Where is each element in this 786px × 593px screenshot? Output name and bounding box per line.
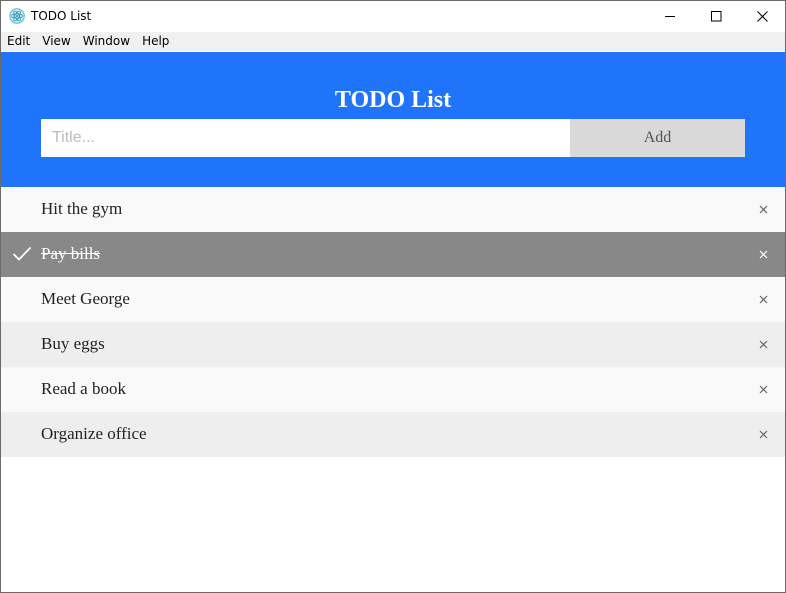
header: TODO List Add: [1, 52, 785, 187]
minimize-icon: [664, 16, 675, 17]
menu-bar: Edit View Window Help: [1, 32, 785, 51]
menu-edit[interactable]: Edit: [1, 32, 36, 51]
todo-label: Pay bills: [41, 244, 101, 263]
todo-item[interactable]: Organize office: [1, 412, 785, 457]
close-button[interactable]: [739, 1, 785, 32]
todo-list: Hit the gym Pay bills Meet George Buy eg…: [1, 187, 785, 457]
close-icon: [756, 11, 768, 22]
remove-icon[interactable]: [758, 384, 769, 395]
checkmark-icon: [12, 246, 32, 261]
todo-label: Hit the gym: [41, 199, 123, 218]
title-bar[interactable]: TODO List: [1, 1, 785, 32]
todo-item-done[interactable]: Pay bills: [1, 232, 785, 277]
todo-label: Meet George: [41, 289, 130, 308]
window-title: TODO List: [31, 9, 92, 23]
remove-icon[interactable]: [758, 429, 769, 440]
minimize-button[interactable]: [647, 1, 693, 32]
remove-icon[interactable]: [758, 294, 769, 305]
todo-label: Organize office: [41, 424, 147, 443]
todo-item[interactable]: Hit the gym: [1, 187, 785, 232]
maximize-icon: [710, 11, 721, 22]
app-window: TODO List Edit View Window Help TODO Lis…: [0, 0, 786, 593]
menu-view[interactable]: View: [36, 32, 76, 51]
remove-icon[interactable]: [758, 204, 769, 215]
todo-item[interactable]: Meet George: [1, 277, 785, 322]
electron-atom-icon: [9, 8, 25, 24]
add-button[interactable]: Add: [570, 119, 745, 157]
maximize-button[interactable]: [693, 1, 739, 32]
todo-item[interactable]: Read a book: [1, 367, 785, 412]
menu-window[interactable]: Window: [77, 32, 136, 51]
todo-label: Buy eggs: [41, 334, 105, 353]
todo-item[interactable]: Buy eggs: [1, 322, 785, 367]
todo-label: Read a book: [41, 379, 126, 398]
menu-help[interactable]: Help: [136, 32, 175, 51]
remove-icon[interactable]: [758, 339, 769, 350]
title-input[interactable]: [41, 119, 570, 157]
page-title: TODO List: [334, 87, 452, 113]
remove-icon[interactable]: [758, 249, 769, 260]
